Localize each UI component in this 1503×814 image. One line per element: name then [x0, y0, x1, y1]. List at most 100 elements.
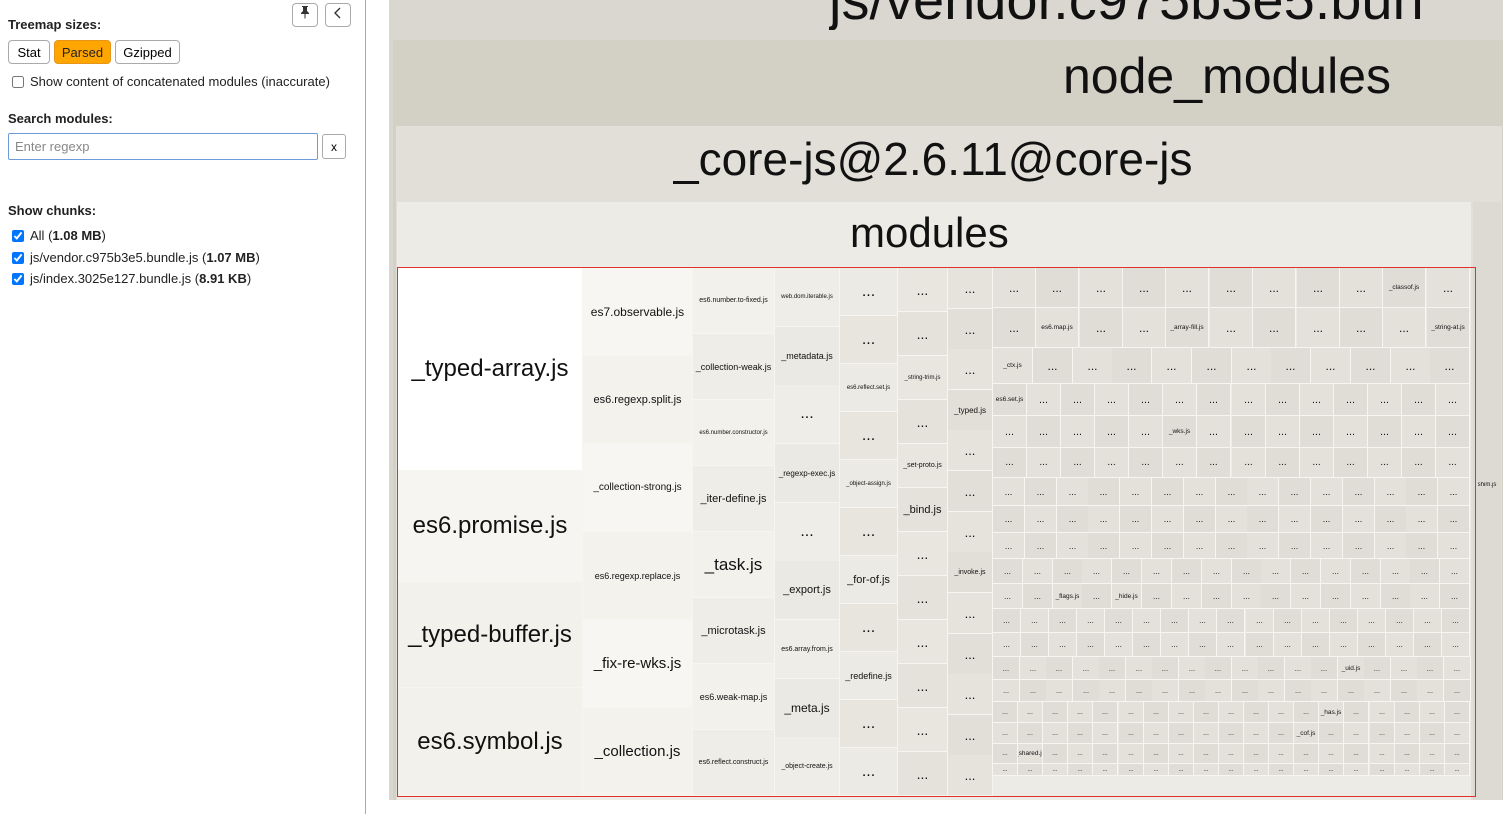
module-cell[interactable]: ... — [1232, 384, 1266, 416]
module-cell[interactable]: _has.js — [1319, 702, 1344, 723]
module-cell[interactable]: ... — [1343, 506, 1375, 533]
module-cell[interactable]: ... — [1163, 384, 1197, 416]
module-cell[interactable]: ... — [1244, 723, 1269, 744]
module-cell[interactable]: ... — [1266, 416, 1300, 448]
module-cell[interactable]: ... — [1043, 702, 1068, 723]
module-cell[interactable]: ... — [1068, 744, 1093, 764]
module-cell[interactable]: ... — [1246, 609, 1274, 633]
module-cell[interactable]: ... — [1073, 680, 1100, 702]
module-cell[interactable]: ... — [1291, 584, 1321, 609]
module-cell[interactable]: ... — [1406, 506, 1438, 533]
module-cell[interactable]: ... — [1444, 680, 1471, 702]
module-cell[interactable]: es6.number.constructor.js — [693, 400, 775, 466]
module-cell[interactable]: ... — [1120, 533, 1152, 559]
module-cell[interactable]: ... — [1438, 533, 1470, 559]
module-cell[interactable]: ... — [1202, 559, 1232, 584]
module-cell[interactable]: ... — [1247, 506, 1279, 533]
module-cell[interactable]: ... — [1351, 584, 1381, 609]
module-cell[interactable]: ... — [1436, 384, 1470, 416]
module-cell[interactable]: ... — [1311, 478, 1343, 506]
module-cell[interactable]: _wks.js — [1163, 416, 1197, 448]
module-cell[interactable]: ... — [1120, 506, 1152, 533]
module-cell[interactable]: _collection-strong.js — [583, 444, 693, 532]
module-cell[interactable]: ... — [1172, 584, 1202, 609]
module-cell[interactable]: ... — [1144, 702, 1169, 723]
module-cell[interactable]: ... — [1068, 723, 1093, 744]
module-cell[interactable]: ... — [948, 715, 993, 756]
module-cell[interactable]: ... — [1232, 584, 1262, 609]
module-cell[interactable]: ... — [1093, 723, 1118, 744]
module-cell[interactable]: ... — [1420, 764, 1445, 776]
module-cell[interactable]: _invoke.js — [948, 552, 993, 593]
module-cell[interactable]: ... — [1099, 657, 1126, 680]
chunk-checkbox[interactable] — [12, 251, 24, 264]
module-cell[interactable]: ... — [840, 700, 898, 748]
module-cell[interactable]: ... — [1232, 559, 1262, 584]
chunk-checkbox[interactable] — [12, 272, 24, 285]
module-cell[interactable]: ... — [1279, 533, 1311, 559]
module-cell[interactable]: ... — [1049, 609, 1077, 633]
module-cell[interactable]: ... — [1105, 609, 1133, 633]
module-cell[interactable]: es6.promise.js — [398, 471, 583, 582]
module-cell[interactable]: ... — [840, 316, 898, 364]
module-cell[interactable]: ... — [1152, 657, 1179, 680]
module-cell[interactable]: ... — [1025, 533, 1057, 559]
module-cell[interactable]: _microtask.js — [693, 598, 775, 664]
module-cell[interactable]: ... — [1232, 657, 1259, 680]
shim-module[interactable]: shim.js — [1473, 202, 1501, 800]
chunk-item-all[interactable]: All (1.08 MB) — [12, 228, 106, 243]
module-cell[interactable]: ... — [1344, 723, 1369, 744]
module-cell[interactable]: ... — [1205, 657, 1232, 680]
module-cell[interactable]: ... — [1391, 680, 1418, 702]
module-cell[interactable]: ... — [1375, 533, 1407, 559]
module-cell[interactable]: _object-create.js — [775, 737, 840, 796]
module-cell[interactable]: ... — [1410, 584, 1440, 609]
module-cell[interactable]: _meta.js — [775, 679, 840, 738]
module-cell[interactable]: ... — [993, 478, 1025, 506]
module-cell[interactable]: ... — [1368, 384, 1402, 416]
module-cell[interactable]: ... — [993, 559, 1023, 584]
module-cell[interactable]: ... — [1027, 384, 1061, 416]
module-cell[interactable]: ... — [1192, 348, 1232, 384]
module-cell[interactable]: ... — [1129, 384, 1163, 416]
module-cell[interactable]: ... — [1119, 744, 1144, 764]
module-cell[interactable]: _typed-array.js — [398, 268, 583, 471]
module-cell[interactable]: ... — [993, 308, 1036, 348]
module-cell[interactable]: ... — [1414, 633, 1442, 657]
module-cell[interactable]: ... — [1291, 559, 1321, 584]
module-cell[interactable]: ... — [1274, 633, 1302, 657]
module-cell[interactable]: ... — [1169, 744, 1194, 764]
parsed-button[interactable]: Parsed — [54, 40, 111, 64]
module-cell[interactable]: ... — [1375, 506, 1407, 533]
module-cell[interactable]: ... — [1438, 506, 1470, 533]
module-cell[interactable]: ... — [1351, 348, 1391, 384]
module-cell[interactable]: ... — [1197, 416, 1231, 448]
module-cell[interactable]: ... — [1219, 744, 1244, 764]
module-cell[interactable]: ... — [1057, 533, 1089, 559]
module-cell[interactable]: ... — [1247, 533, 1279, 559]
module-cell[interactable]: es6.set.js — [993, 384, 1027, 416]
module-cell[interactable]: ... — [1166, 268, 1209, 308]
module-cell[interactable]: es6.map.js — [1036, 308, 1079, 348]
module-cell[interactable]: ... — [1093, 764, 1118, 776]
module-cell[interactable]: es6.reflect.set.js — [840, 364, 898, 412]
module-cell[interactable]: ... — [1300, 448, 1334, 478]
module-cell[interactable]: ... — [1445, 702, 1470, 723]
module-cell[interactable]: ... — [775, 503, 840, 562]
module-cell[interactable]: ... — [993, 416, 1027, 448]
module-cell[interactable]: ... — [948, 674, 993, 715]
module-cell[interactable]: ... — [1120, 478, 1152, 506]
module-cell[interactable]: ... — [1126, 657, 1153, 680]
module-cell[interactable]: ... — [1445, 744, 1470, 764]
module-cell[interactable]: ... — [1279, 478, 1311, 506]
module-cell[interactable]: ... — [1368, 448, 1402, 478]
module-cell[interactable]: ... — [1253, 308, 1296, 348]
module-cell[interactable]: ... — [1438, 478, 1470, 506]
module-cell[interactable]: ... — [1395, 764, 1420, 776]
module-cell[interactable]: _classof.js — [1383, 268, 1426, 308]
module-cell[interactable]: ... — [1330, 609, 1358, 633]
module-cell[interactable]: ... — [1021, 609, 1049, 633]
module-cell[interactable]: ... — [1216, 478, 1248, 506]
module-cell[interactable]: ... — [1232, 348, 1272, 384]
module-cell[interactable]: _cof.js — [1294, 723, 1319, 744]
